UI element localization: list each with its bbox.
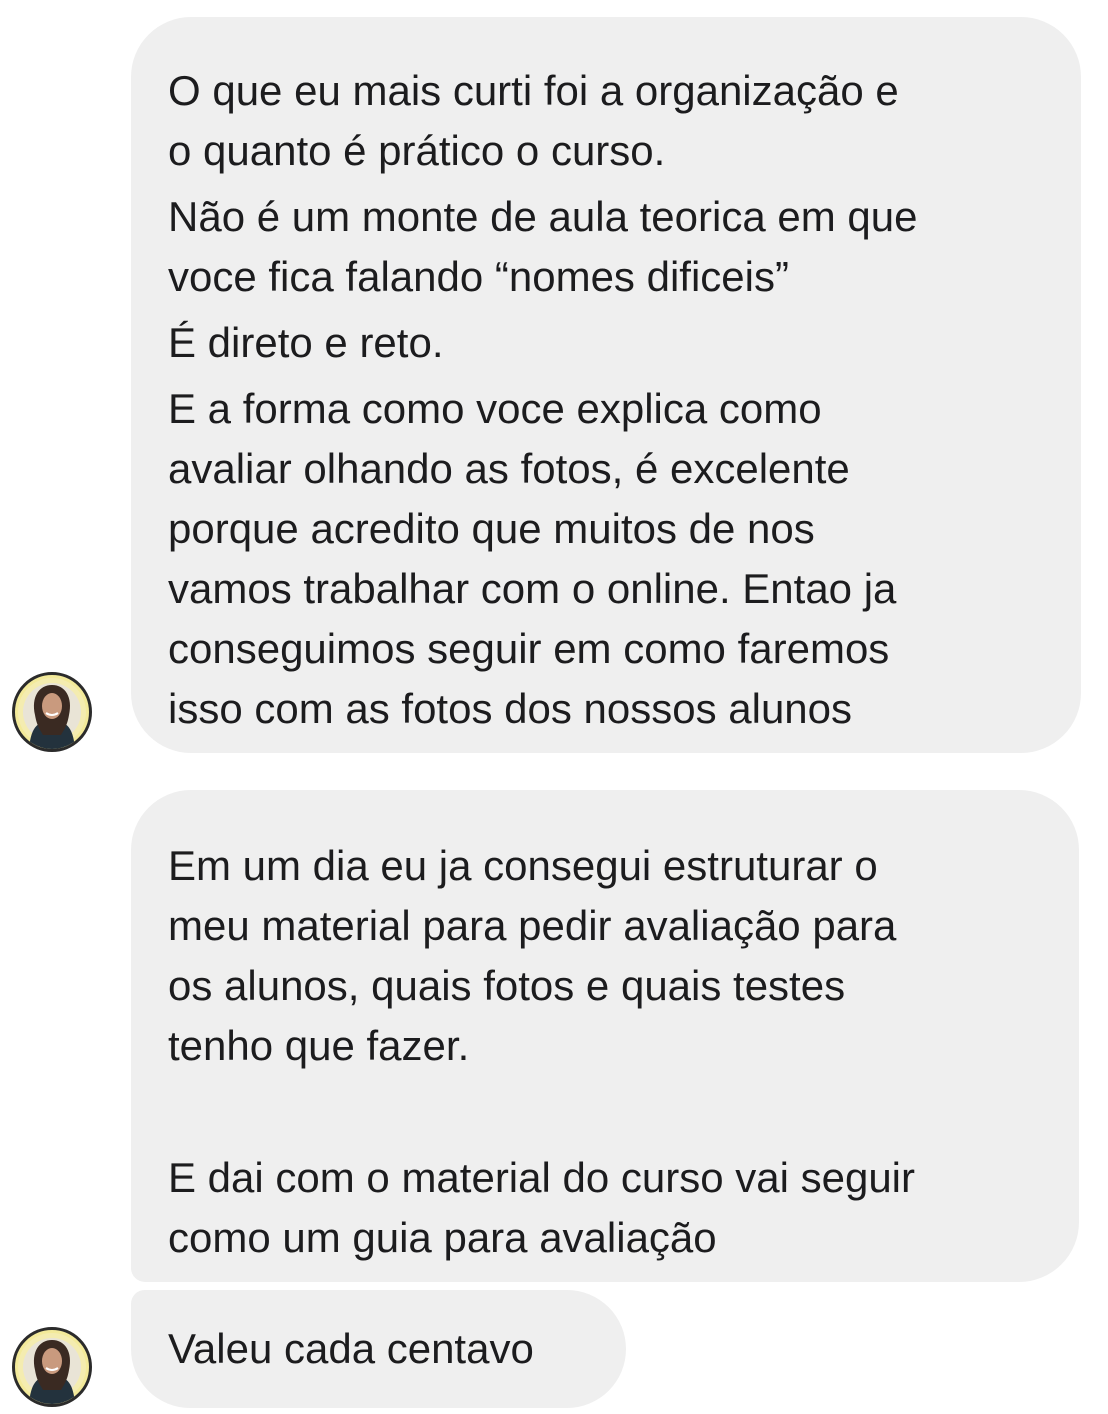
message-line: os alunos, quais fotos e quais testes xyxy=(168,962,846,1009)
message-line: E a forma como voce explica como xyxy=(168,385,822,432)
message-line: voce fica falando “nomes dificeis” xyxy=(168,253,789,300)
message-paragraph: Em um dia eu ja consegui estruturar o me… xyxy=(168,836,1079,1076)
message-line: avaliar olhando as fotos, é excelente xyxy=(168,445,850,492)
sender-avatar[interactable] xyxy=(12,1327,92,1407)
user-avatar-photo-icon xyxy=(18,1333,86,1404)
message-line: Valeu cada centavo xyxy=(168,1325,534,1372)
message-line: É direto e reto. xyxy=(168,319,444,366)
message-bubble[interactable]: O que eu mais curti foi a organização e … xyxy=(131,17,1081,753)
message-line: como um guia para avaliação xyxy=(168,1214,717,1261)
message-line: isso com as fotos dos nossos alunos xyxy=(168,685,853,732)
message-line: O que eu mais curti foi a organização e xyxy=(168,67,899,114)
message-paragraph: E dai com o material do curso vai seguir… xyxy=(168,1148,1079,1268)
message-paragraph: É direto e reto. xyxy=(168,313,1081,373)
message-line: o quanto é prático o curso. xyxy=(168,127,666,174)
message-line: Em um dia eu ja consegui estruturar o xyxy=(168,842,878,889)
sender-avatar[interactable] xyxy=(12,672,92,752)
message-paragraph: E a forma como voce explica como avaliar… xyxy=(168,379,1081,739)
message-line: porque acredito que muitos de nos xyxy=(168,505,815,552)
message-line: conseguimos seguir em como faremos xyxy=(168,625,890,672)
message-bubble[interactable]: Valeu cada centavo xyxy=(131,1290,626,1408)
user-avatar-photo-icon xyxy=(18,678,86,749)
message-bubble[interactable]: Em um dia eu ja consegui estruturar o me… xyxy=(131,790,1079,1282)
message-line: E dai com o material do curso vai seguir xyxy=(168,1154,915,1201)
message-line: meu material para pedir avaliação para xyxy=(168,902,897,949)
message-line: Não é um monte de aula teorica em que xyxy=(168,193,918,240)
message-line: vamos trabalhar com o online. Entao ja xyxy=(168,565,897,612)
message-paragraph: O que eu mais curti foi a organização e … xyxy=(168,61,1081,181)
message-line: tenho que fazer. xyxy=(168,1022,470,1069)
message-paragraph: Não é um monte de aula teorica em que vo… xyxy=(168,187,1081,307)
